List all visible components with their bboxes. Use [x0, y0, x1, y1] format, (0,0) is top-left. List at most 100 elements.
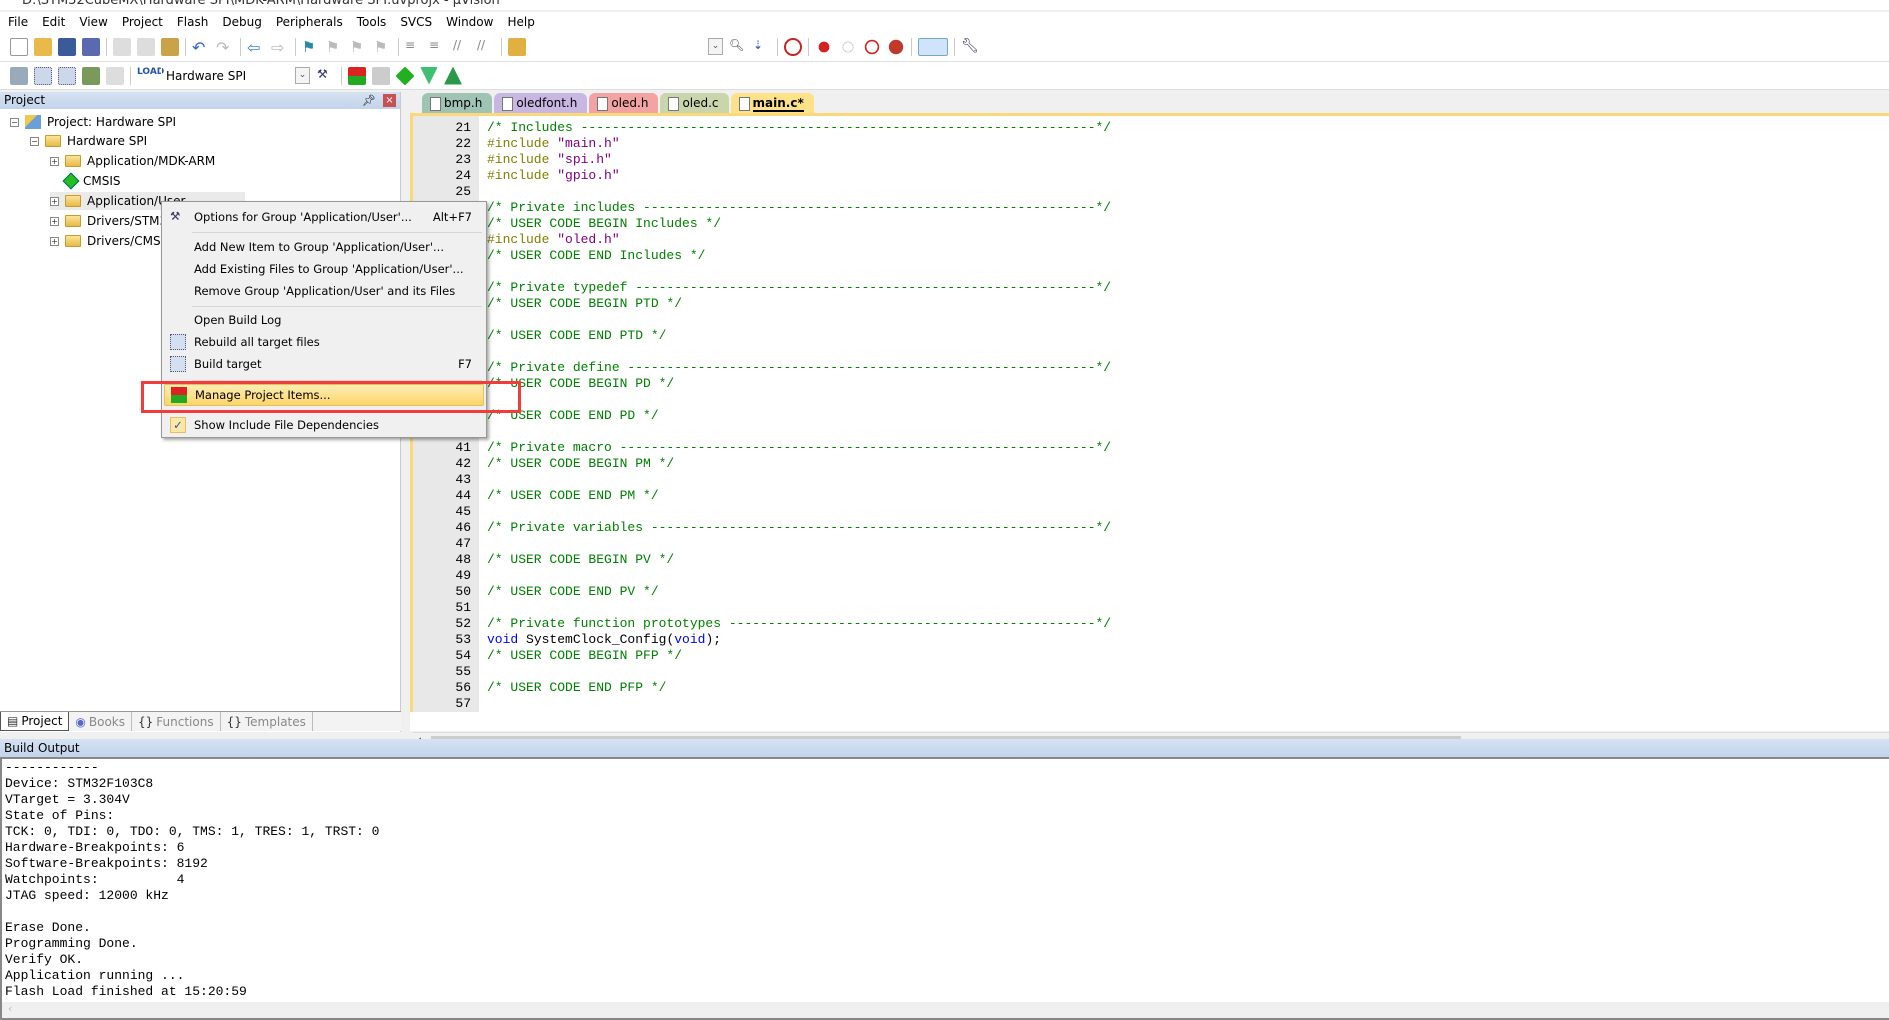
find-in-files-icon[interactable] — [508, 37, 526, 56]
breakpoint-icon[interactable] — [818, 41, 830, 52]
clear-bookmarks-icon[interactable]: ⚑ — [374, 38, 392, 56]
copy-icon[interactable] — [137, 37, 155, 56]
bookmark-icon[interactable]: ⚑ — [302, 38, 320, 56]
menu-file[interactable]: File — [8, 15, 28, 29]
menu-edit[interactable]: Edit — [42, 15, 65, 29]
paste-icon[interactable] — [161, 37, 179, 56]
manage-runtime-env-icon[interactable] — [395, 65, 415, 86]
menu-window[interactable]: Window — [446, 15, 493, 29]
open-icon[interactable] — [34, 37, 52, 56]
build-output-panel[interactable]: ------------ Device: STM32F103C8 VTarget =… — [0, 757, 1889, 1020]
batch-build-icon[interactable] — [82, 66, 100, 85]
separator — [911, 37, 912, 56]
tree-item[interactable]: + Drivers/STM32 — [50, 212, 175, 230]
save-icon[interactable] — [58, 37, 76, 56]
menu-item-label: Add Existing Files to Group 'Application… — [194, 262, 464, 276]
line-number: 48 — [455, 552, 471, 567]
kill-breakpoints-icon[interactable] — [888, 39, 904, 54]
window-title: D:\STM32CubeMX\Hardware SPI\MDK-ARM\Hard… — [22, 0, 500, 8]
menu-peripherals[interactable]: Peripherals — [276, 15, 343, 29]
editor-tab-label: bmp.h — [444, 96, 483, 110]
tree-item[interactable]: + Application/MDK-ARM — [50, 152, 215, 170]
find-icon[interactable]: 🔍︎ — [729, 38, 747, 56]
redo-icon[interactable]: ↷ — [216, 38, 234, 57]
target-select[interactable]: Hardware SPI ⌄ — [161, 65, 311, 86]
uncomment-icon[interactable]: // — [477, 38, 495, 56]
menu-flash[interactable]: Flash — [177, 15, 208, 29]
disable-all-breakpoints-icon[interactable] — [864, 39, 880, 54]
pack-installer-icon[interactable] — [420, 66, 438, 85]
menu-tools[interactable]: Tools — [357, 15, 387, 29]
menu-item-add-existing-files-to-group-application-user[interactable]: Add Existing Files to Group 'Application… — [164, 258, 484, 280]
rebuild-icon[interactable] — [58, 66, 76, 85]
tab-books[interactable]: ◉ Books — [69, 712, 133, 731]
forward-icon[interactable]: ⇨ — [271, 38, 289, 57]
code-text: /* USER CODE END PM */ — [487, 488, 659, 503]
configure-wrench-icon[interactable]: 🔧︎ — [961, 38, 979, 56]
disable-breakpoint-icon[interactable] — [842, 41, 854, 52]
editor-tab-oledfont-h[interactable]: oledfont.h — [494, 93, 588, 113]
collapse-icon[interactable]: − — [10, 117, 19, 127]
back-icon[interactable]: ⇦ — [247, 38, 265, 57]
find-dropdown[interactable]: ⌄ — [708, 38, 723, 55]
save-all-icon[interactable] — [82, 37, 100, 56]
editor-tab-main-c-[interactable]: main.c* — [730, 93, 814, 113]
menu-view[interactable]: View — [79, 15, 107, 29]
editor-tab-label: main.c* — [752, 96, 804, 112]
menu-item-options-for-group-application-user[interactable]: ⚒ Options for Group 'Application/User'...… — [164, 206, 484, 228]
pin-icon[interactable]: 📌︎ — [362, 92, 376, 109]
menu-item-show-include-file-dependencies[interactable]: ✓ Show Include File Dependencies — [164, 414, 484, 436]
menu-debug[interactable]: Debug — [222, 15, 261, 29]
menu-item-open-build-log[interactable]: Open Build Log — [164, 309, 484, 331]
editor-tab-bmp-h[interactable]: bmp.h — [422, 93, 493, 113]
close-icon[interactable]: × — [383, 94, 396, 107]
new-file-icon[interactable] — [10, 37, 28, 56]
next-bookmark-icon[interactable]: ⚑ — [350, 38, 368, 56]
separator — [295, 37, 296, 56]
select-packs-icon[interactable] — [372, 66, 390, 85]
collapse-icon[interactable]: − — [30, 136, 39, 146]
manage-project-items-icon[interactable] — [348, 66, 366, 85]
build-icon[interactable] — [34, 66, 52, 85]
menu-item-remove-group-application-user-and-its-files[interactable]: Remove Group 'Application/User' and its … — [164, 280, 484, 302]
options-for-target-icon[interactable]: ⚒ — [317, 67, 335, 85]
editor-tab-oled-c[interactable]: oled.c — [660, 93, 729, 113]
tree-item[interactable]: + Drivers/CMSIS — [50, 232, 172, 250]
comment-icon[interactable]: // — [453, 38, 471, 56]
build-output-scrollbar[interactable]: ‹ — [2, 1002, 1889, 1018]
tree-item[interactable]: − Hardware SPI — [30, 132, 147, 150]
menu-project[interactable]: Project — [122, 15, 163, 29]
tab-project[interactable]: ▤ Project — [0, 712, 70, 731]
menu-item-add-new-item-to-group-application-user[interactable]: Add New Item to Group 'Application/User'… — [164, 236, 484, 258]
code-line: #include "gpio.h" — [487, 168, 620, 184]
undo-icon[interactable]: ↶ — [192, 38, 210, 57]
menu-item-rebuild-all-target-files[interactable]: Rebuild all target files — [164, 331, 484, 353]
menu-item-build-target[interactable]: Build target F7 — [164, 353, 484, 375]
incremental-find-icon[interactable]: ⇣ — [753, 38, 771, 56]
tree-item[interactable]: − Project: Hardware SPI — [10, 113, 176, 131]
menu-help[interactable]: Help — [507, 15, 534, 29]
prev-bookmark-icon[interactable]: ⚑ — [326, 38, 344, 56]
indent-icon[interactable]: ≡ — [405, 38, 423, 56]
unindent-icon[interactable]: ≡ — [429, 38, 447, 56]
expand-icon[interactable]: + — [50, 216, 59, 226]
expand-icon[interactable]: + — [50, 236, 59, 246]
translate-icon[interactable] — [10, 66, 28, 85]
tab-templates[interactable]: {} Templates — [221, 712, 313, 731]
debug-session-icon[interactable] — [784, 37, 802, 56]
chevron-down-icon[interactable]: ⌄ — [295, 67, 310, 84]
code-editor[interactable]: 2122232425262728293031323334353637383940… — [410, 113, 1889, 750]
tab-functions[interactable]: {} Functions — [132, 712, 221, 731]
cut-icon[interactable] — [113, 37, 131, 56]
menu-svcs[interactable]: SVCS — [400, 15, 432, 29]
expand-icon[interactable]: + — [50, 156, 59, 166]
stop-build-icon[interactable] — [106, 66, 124, 85]
output-line: VTarget = 3.304V — [5, 792, 130, 807]
window-layout-icon[interactable] — [918, 37, 948, 56]
editor-tab-oled-h[interactable]: oled.h — [589, 93, 659, 113]
expand-icon[interactable]: + — [50, 196, 59, 206]
pack-installer-icon-2[interactable] — [444, 66, 462, 85]
download-load-icon[interactable]: LOAD — [137, 67, 164, 85]
separator — [240, 37, 241, 56]
tree-item[interactable]: CMSIS — [50, 172, 121, 190]
